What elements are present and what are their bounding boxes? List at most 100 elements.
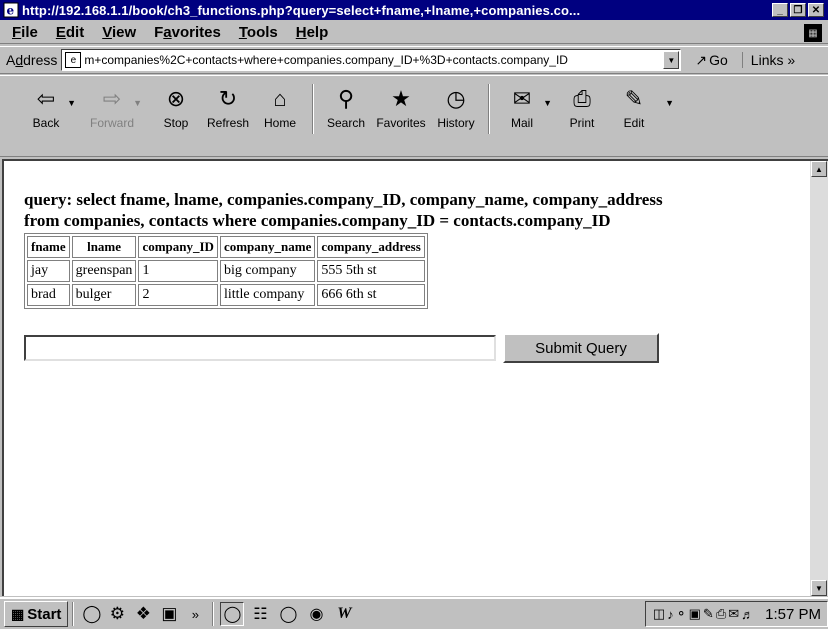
history-label: History [437,116,475,130]
table-row: jay greenspan 1 big company 555 5th st [27,260,425,282]
submit-query-button[interactable]: Submit Query [503,333,659,363]
quicklaunch-more-icon[interactable]: » [186,607,204,622]
toolbar-separator [488,84,490,134]
minimize-icon: _ [777,4,783,16]
tray-link-icon[interactable]: ⚬ [676,606,687,622]
favorites-folder-icon: ★ [391,86,411,111]
tray-speaker-icon[interactable]: ♬ [741,607,754,622]
address-label-pre: A [6,52,16,68]
menu-view[interactable]: View [102,24,136,41]
back-button[interactable]: ⇦ Back ▼ [20,84,76,142]
taskbar-clock[interactable]: 1:57 PM [765,606,821,623]
address-input[interactable]: e m+companies%2C+contacts+where+companie… [61,49,682,71]
query-line-1: query: select fname, lname, companies.co… [24,190,663,209]
favorites-label: Favorites [376,116,426,130]
standard-toolbar: ⇦ Back ▼ ⇨ Forward ▼ ⊗ Stop ↻ Refresh ⌂ … [0,75,828,157]
task-app-icon[interactable]: ☷ [248,602,272,626]
address-label: Address [6,52,57,68]
search-button[interactable]: ⚲ Search [320,84,372,142]
table-cell: 666 6th st [317,284,425,306]
menu-view-key: V [102,24,112,41]
stop-button[interactable]: ⊗ Stop [150,84,202,142]
page-content: query: select fname, lname, companies.co… [2,159,810,596]
address-dropdown-button[interactable]: ▼ [663,51,680,69]
tray-sound-icon[interactable]: ♪ [667,607,674,622]
tray-pen-icon[interactable]: ✎ [703,606,714,622]
restore-button[interactable]: ❐ [790,3,806,17]
go-button[interactable]: ↗ Go [695,52,727,69]
table-cell: 2 [138,284,218,306]
menu-tools[interactable]: Tools [239,24,278,41]
menu-edit-key: E [55,24,66,41]
menu-view-label: iew [111,24,137,41]
home-label: Home [263,116,296,130]
task-ie-window-icon[interactable]: ◯ [220,602,245,626]
task-browser-icon[interactable]: ◯ [276,602,300,626]
query-input[interactable] [24,335,496,361]
mail-dropdown-icon[interactable]: ▼ [543,98,552,108]
tray-printer-icon[interactable]: ⎙ [716,606,726,622]
edit-button[interactable]: ✎ Edit ▼ [608,84,674,142]
home-button[interactable]: ⌂ Home [254,84,306,142]
history-button[interactable]: ◷ History [430,84,482,142]
back-dropdown-icon[interactable]: ▼ [67,98,76,108]
links-button[interactable]: Links » [741,52,795,68]
mail-label: Mail [510,116,533,130]
table-cell: 555 5th st [317,260,425,282]
menu-edit-label: dit [65,24,85,41]
menu-tools-key: T [238,24,247,41]
column-header: lname [71,236,137,258]
close-icon: ✕ [811,4,821,16]
window-title: http://192.168.1.1/book/ch3_functions.ph… [22,2,581,18]
column-header: company_ID [138,236,218,258]
forward-label: Forward [89,116,134,130]
menu-file[interactable]: File [12,24,38,41]
quicklaunch-channels-icon[interactable]: ❖ [134,604,152,624]
history-icon: ◷ [446,86,466,111]
close-button[interactable]: ✕ [808,3,824,17]
go-arrow-icon: ↗ [695,51,708,68]
vertical-scrollbar[interactable]: ▲ ▼ [810,159,828,596]
menu-favorites[interactable]: Favorites [154,24,221,41]
minimize-button[interactable]: _ [772,3,788,17]
refresh-button[interactable]: ↻ Refresh [202,84,254,142]
favorites-button[interactable]: ★ Favorites [372,84,430,142]
address-bar: Address e m+companies%2C+contacts+where+… [0,46,828,74]
chevron-down-icon: ▼ [667,55,676,65]
query-form: Submit Query [24,333,802,363]
forward-button[interactable]: ⇨ Forward ▼ [86,84,142,142]
task-word-icon[interactable]: W [332,602,356,626]
edit-page-icon: ✎ [624,86,644,111]
tray-monitor-icon[interactable]: ▣ [689,606,701,622]
scroll-up-button[interactable]: ▲ [811,161,827,177]
menu-help-label: elp [306,24,329,41]
start-button[interactable]: ▦ Start [4,601,69,627]
menu-bar: File Edit View Favorites Tools Help ▦ [0,22,828,44]
quicklaunch-ie-icon[interactable]: ◯ [82,604,101,624]
forward-arrow-icon: ⇨ [102,86,122,111]
edit-dropdown-icon[interactable]: ▼ [665,98,674,108]
mail-button[interactable]: ✉ Mail ▼ [496,84,552,142]
forward-dropdown-icon[interactable]: ▼ [133,98,142,108]
tray-chat-icon[interactable]: ✉ [728,606,739,622]
query-line-2: from companies, contacts where companies… [24,211,611,230]
print-label: Print [569,116,595,130]
search-label: Search [326,116,366,130]
quicklaunch-desktop-icon[interactable]: ▣ [160,604,178,624]
toolbar-separator [312,84,314,134]
menu-help[interactable]: Help [296,24,329,41]
tray-network-icon[interactable]: ◫ [653,606,665,622]
menu-help-key: H [295,24,307,41]
refresh-label: Refresh [206,116,250,130]
quicklaunch-outlook-icon[interactable]: ⚙ [108,604,126,624]
mail-icon: ✉ [512,86,532,111]
print-button[interactable]: ⎙ Print [556,84,608,142]
search-icon: ⚲ [337,86,355,111]
taskbar: ▦ Start ◯ ⚙ ❖ ▣ » ◯ ☷ ◯ ◉ W ◫ ♪ ⚬ ▣ ✎ ⎙ … [0,597,828,629]
menu-edit[interactable]: Edit [56,24,84,41]
menu-favorites-key: a [163,24,172,41]
address-label-post: dress [23,52,58,68]
task-tool-icon[interactable]: ◉ [304,602,328,626]
menu-favorites-pre: F [154,24,164,41]
scroll-down-button[interactable]: ▼ [811,580,827,596]
